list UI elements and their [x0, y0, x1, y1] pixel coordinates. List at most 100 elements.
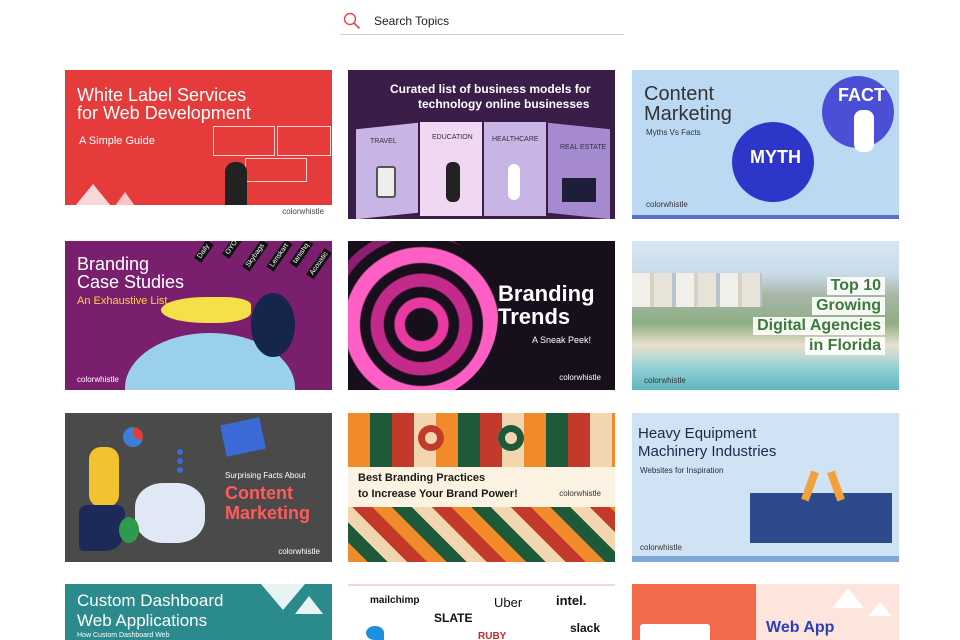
card-title-line-2: to Increase Your Brand Power!: [358, 488, 518, 500]
article-card-heavy-equipment[interactable]: Heavy Equipment Machinery Industries Web…: [632, 413, 899, 562]
brand-logo: colorwhistle: [559, 489, 601, 498]
card-title-line-4: in Florida: [805, 337, 885, 356]
brand-logo: colorwhistle: [640, 543, 682, 552]
person-illustration: [446, 162, 460, 202]
phone-pin-icon: [376, 166, 396, 198]
card-title-line-1: Custom Dashboard: [77, 591, 224, 610]
brand-tag: OYO: [221, 241, 242, 260]
brand-name: Uber: [494, 595, 523, 610]
brand-logo: colorwhistle: [646, 200, 688, 209]
circle-motif: [498, 425, 524, 451]
wireframe-illustration: [213, 126, 275, 156]
brand-tag: Lenskart: [266, 241, 293, 272]
card-subtitle: How Custom Dashboard Web: [77, 632, 170, 639]
houses-illustration: [562, 178, 596, 202]
card-title-line-1: Best Branding Practices: [358, 472, 486, 484]
card-title-line-1: White Label Services: [77, 85, 247, 105]
brand-name: RUBY: [478, 631, 507, 640]
brand-name: SLATE: [434, 611, 473, 625]
swirl-illustration: [348, 241, 498, 390]
card-title-line-1: Curated list of business models for: [390, 82, 591, 96]
bottom-bar: [632, 215, 899, 219]
toucan-body: [251, 293, 295, 357]
article-card-white-label[interactable]: White Label Services for Web Development…: [65, 70, 332, 219]
card-subtitle: Myths Vs Facts: [646, 128, 701, 137]
bottom-bar: [632, 556, 899, 562]
circle-motif: [418, 425, 444, 451]
article-card-branding-trends[interactable]: Branding Trends A Sneak Peek! colorwhist…: [348, 241, 615, 390]
card-title-line-2: Marketing: [225, 503, 311, 523]
card-title-line-3: Digital Agencies: [753, 317, 885, 336]
brand-tag: Daily: [193, 241, 214, 264]
doctor-illustration: [508, 164, 520, 200]
wireframe-illustration-2: [277, 126, 331, 156]
triangle-shape: [115, 192, 135, 206]
brand-tag: Acoustic: [306, 247, 332, 280]
card-title-line-1: Content: [225, 483, 293, 503]
brand-logo: colorwhistle: [559, 373, 601, 382]
brand-tag: tanishq: [289, 241, 314, 268]
card-title-line-2: Web Applications: [77, 611, 208, 630]
checklist-icon: [177, 449, 225, 473]
search-bar[interactable]: [340, 8, 624, 35]
brand-logo: colorwhistle: [282, 207, 324, 216]
card-title-line-1: Web App: [766, 619, 835, 636]
triangle-shape: [295, 596, 323, 614]
brand-logo: colorwhistle: [278, 547, 320, 556]
card-subtitle: An Exhaustive List: [77, 295, 168, 307]
article-card-custom-dashboard[interactable]: Custom Dashboard Web Applications How Cu…: [65, 584, 332, 640]
article-card-ruby-brands[interactable]: mailchimp Uber intel. SLATE slack RUBY: [348, 584, 615, 640]
bird-icon: [366, 626, 384, 640]
article-card-florida-agencies[interactable]: Top 10 Growing Digital Agencies in Flori…: [632, 241, 899, 390]
card-title-line-1: Branding: [498, 281, 595, 306]
card-title-line-2: Case Studies: [77, 272, 185, 292]
card-subtitle: A Simple Guide: [79, 135, 155, 147]
article-card-content-marketing-facts[interactable]: Surprising Facts About Content Marketing…: [65, 413, 332, 562]
person-illustration: [89, 447, 119, 507]
card-subtitle: A Sneak Peek!: [532, 335, 592, 345]
card-subtitle: Surprising Facts About: [225, 471, 306, 480]
brand-name: slack: [570, 621, 601, 635]
article-card-business-models[interactable]: Curated list of business models for tech…: [348, 70, 615, 219]
wireframe-illustration-3: [245, 158, 307, 182]
brand-name: mailchimp: [370, 595, 420, 606]
plant-illustration: [119, 517, 139, 543]
article-card-web-app[interactable]: Web App: [632, 584, 899, 640]
card-title-line-2: Trends: [498, 304, 571, 329]
pattern-top: [348, 413, 615, 469]
card-title-line-1: Content: [644, 83, 715, 105]
card-title-line-1: Heavy Equipment: [638, 425, 757, 442]
browser-window-illustration: [640, 624, 710, 640]
scroll-illustration: [135, 483, 205, 543]
brand-logo: colorwhistle: [77, 375, 119, 384]
brand-tag: Skybags: [242, 241, 269, 272]
article-card-branding-practices[interactable]: Best Branding Practices to Increase Your…: [348, 413, 615, 562]
person-illustration: [225, 162, 247, 208]
panel-real-estate: [548, 122, 610, 219]
article-card-content-marketing-myths[interactable]: Content Marketing Myths Vs Facts FACT MY…: [632, 70, 899, 219]
tag-healthcare: HEALTHCARE: [492, 136, 539, 143]
tag-travel: TRAVEL: [370, 138, 397, 145]
pattern-bottom: [348, 507, 615, 562]
person-illustration: [854, 110, 874, 152]
search-input[interactable]: [374, 11, 614, 31]
article-card-branding-case-studies[interactable]: Branding Case Studies An Exhaustive List…: [65, 241, 332, 390]
card-title-line-2: Growing: [812, 297, 885, 316]
card-title-line-2: Marketing: [644, 103, 732, 125]
triangle-shape: [75, 184, 111, 206]
machinery-illustration: [750, 493, 892, 543]
buildings-illustration: [632, 273, 762, 307]
myth-label: MYTH: [750, 147, 801, 167]
brand-name: intel.: [556, 593, 587, 608]
card-subtitle: Websites for Inspiration: [640, 466, 724, 475]
card-title-line-1: Top 10: [826, 277, 885, 296]
triangle-shape: [832, 588, 864, 608]
pie-chart-icon: [123, 427, 143, 447]
brand-logo: colorwhistle: [644, 376, 686, 385]
card-title-line-2: technology online businesses: [418, 97, 590, 111]
tag-education: EDUCATION: [432, 134, 473, 141]
tag-real-estate: REAL ESTATE: [560, 144, 607, 151]
toucan-illustration: [161, 297, 251, 323]
card-title-line-2: Machinery Industries: [638, 443, 777, 460]
triangle-shape: [868, 602, 892, 616]
